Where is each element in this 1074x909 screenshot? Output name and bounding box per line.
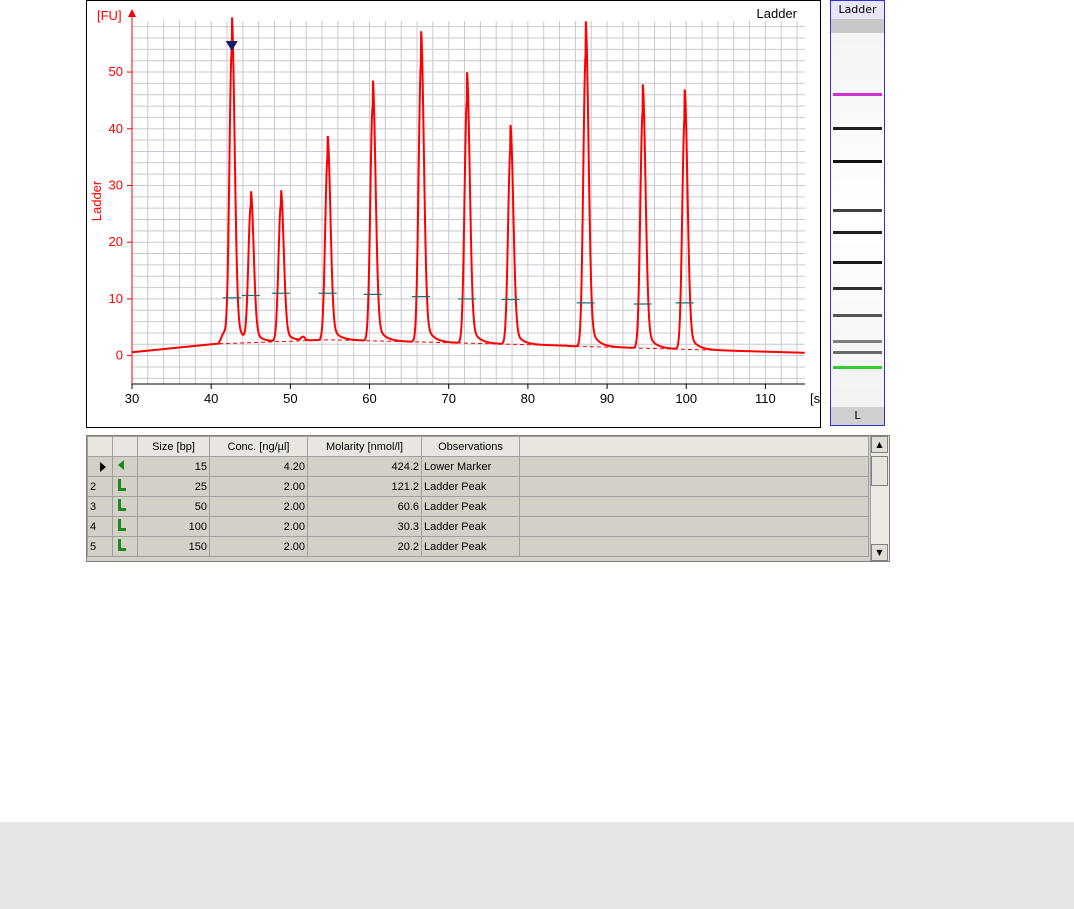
table-scrollbar[interactable]: ▲ ▼ bbox=[870, 436, 889, 561]
ladder-peak-icon bbox=[112, 516, 138, 537]
gel-band bbox=[833, 93, 882, 96]
gel-band bbox=[833, 287, 882, 290]
gel-band bbox=[833, 261, 882, 264]
scroll-up-button[interactable]: ▲ bbox=[871, 436, 888, 453]
cell-molarity: 121.2 bbox=[307, 476, 422, 497]
cell-extra bbox=[519, 496, 869, 517]
results-table[interactable]: Size [bp] Conc. [ng/µl] Molarity [nmol/l… bbox=[86, 435, 890, 562]
cell-extra bbox=[519, 536, 869, 557]
y-tick-label: 0 bbox=[116, 348, 123, 363]
ladder-peak-icon bbox=[112, 476, 138, 497]
gel-band bbox=[833, 209, 882, 212]
table-row[interactable]: 2 25 2.00 121.2 Ladder Peak bbox=[87, 476, 869, 497]
cell-molarity: 424.2 bbox=[307, 456, 422, 477]
lower-marker-icon bbox=[112, 456, 138, 477]
cell-molarity: 60.6 bbox=[307, 496, 422, 517]
table-row[interactable]: 3 50 2.00 60.6 Ladder Peak bbox=[87, 496, 869, 517]
ladder-peak-icon bbox=[118, 499, 126, 511]
table-row[interactable]: 5 150 2.00 20.2 Ladder Peak bbox=[87, 536, 869, 557]
cell-molarity: 20.2 bbox=[307, 536, 422, 557]
column-header-observations[interactable]: Observations bbox=[421, 436, 520, 457]
cell-molarity: 30.3 bbox=[307, 516, 422, 537]
ladder-peak-icon bbox=[118, 519, 126, 531]
cell-conc: 2.00 bbox=[209, 516, 308, 537]
cell-extra bbox=[519, 476, 869, 497]
electropherogram-chart: 30 40 50 60 70 80 90 100 110 0 10 20 30 40 50 [s] [FU] La… bbox=[89, 6, 820, 406]
column-header-index bbox=[87, 436, 113, 457]
x-tick-label: 30 bbox=[125, 391, 139, 406]
cell-conc: 2.00 bbox=[209, 536, 308, 557]
y-tick-label: 10 bbox=[109, 291, 123, 306]
cell-observations: Ladder Peak bbox=[421, 476, 520, 497]
gel-lane bbox=[831, 33, 884, 407]
gel-band bbox=[833, 351, 882, 354]
row-index bbox=[87, 456, 113, 477]
scroll-thumb[interactable] bbox=[871, 456, 888, 486]
column-header-conc[interactable]: Conc. [ng/µl] bbox=[209, 436, 308, 457]
cell-conc: 4.20 bbox=[209, 456, 308, 477]
gel-lane-title: Ladder bbox=[831, 1, 884, 19]
x-tick-label: 90 bbox=[600, 391, 614, 406]
cell-conc: 2.00 bbox=[209, 476, 308, 497]
y-tick-label: 30 bbox=[109, 177, 123, 192]
x-tick-label: 60 bbox=[362, 391, 376, 406]
cell-size: 50 bbox=[137, 496, 210, 517]
row-index: 5 bbox=[87, 536, 113, 557]
y-axis-arrow-icon bbox=[128, 9, 136, 17]
ladder-peak-icon bbox=[118, 479, 126, 491]
ladder-peak-icon bbox=[118, 539, 126, 551]
cell-size: 25 bbox=[137, 476, 210, 497]
cell-size: 100 bbox=[137, 516, 210, 537]
chart-title: Ladder bbox=[757, 6, 798, 21]
y-axis-unit: [FU] bbox=[97, 8, 122, 23]
row-index: 2 bbox=[87, 476, 113, 497]
gel-band bbox=[833, 127, 882, 130]
gel-band bbox=[833, 340, 882, 343]
cell-observations: Ladder Peak bbox=[421, 496, 520, 517]
gel-lane-label: L bbox=[831, 407, 884, 425]
scroll-down-button[interactable]: ▼ bbox=[871, 544, 888, 561]
row-index: 4 bbox=[87, 516, 113, 537]
electropherogram-panel[interactable]: 30 40 50 60 70 80 90 100 110 0 10 20 30 40 50 [s] [FU] La… bbox=[86, 0, 821, 428]
cell-observations: Lower Marker bbox=[421, 456, 520, 477]
x-tick-label: 110 bbox=[755, 391, 776, 406]
x-tick-label: 70 bbox=[441, 391, 455, 406]
x-tick-label: 100 bbox=[675, 391, 697, 406]
x-axis-unit: [s] bbox=[810, 391, 820, 406]
x-tick-label: 80 bbox=[521, 391, 535, 406]
cell-conc: 2.00 bbox=[209, 496, 308, 517]
gel-band bbox=[833, 314, 882, 317]
column-header-extra bbox=[519, 436, 869, 457]
gel-band bbox=[833, 160, 882, 163]
gel-well-region bbox=[831, 19, 884, 33]
cell-observations: Ladder Peak bbox=[421, 536, 520, 557]
gel-image-panel[interactable]: Ladder L bbox=[830, 0, 885, 426]
ladder-peak-icon bbox=[112, 536, 138, 557]
table-header-row: Size [bp] Conc. [ng/µl] Molarity [nmol/l… bbox=[87, 436, 869, 457]
x-tick-label: 40 bbox=[204, 391, 218, 406]
column-header-molarity[interactable]: Molarity [nmol/l] bbox=[307, 436, 422, 457]
table-row[interactable]: 4 100 2.00 30.3 Ladder Peak bbox=[87, 516, 869, 537]
gel-band bbox=[833, 366, 882, 369]
lower-marker-icon bbox=[118, 460, 124, 470]
ladder-peak-icon bbox=[112, 496, 138, 517]
table-row[interactable]: 15 4.20 424.2 Lower Marker bbox=[87, 456, 869, 477]
cell-extra bbox=[519, 456, 869, 477]
column-header-size[interactable]: Size [bp] bbox=[137, 436, 210, 457]
cell-extra bbox=[519, 516, 869, 537]
y-tick-label: 50 bbox=[109, 64, 123, 79]
row-index: 3 bbox=[87, 496, 113, 517]
cell-size: 15 bbox=[137, 456, 210, 477]
x-tick-label: 50 bbox=[283, 391, 297, 406]
cell-observations: Ladder Peak bbox=[421, 516, 520, 537]
y-axis-label: Ladder bbox=[89, 180, 104, 221]
footer-bar bbox=[0, 822, 1074, 909]
cell-size: 150 bbox=[137, 536, 210, 557]
y-tick-label: 40 bbox=[109, 121, 123, 136]
y-tick-label: 20 bbox=[109, 234, 123, 249]
gel-band bbox=[833, 231, 882, 234]
column-header-icon bbox=[112, 436, 138, 457]
current-row-pointer-icon bbox=[100, 461, 106, 472]
results-grid: Size [bp] Conc. [ng/µl] Molarity [nmol/l… bbox=[87, 436, 869, 557]
